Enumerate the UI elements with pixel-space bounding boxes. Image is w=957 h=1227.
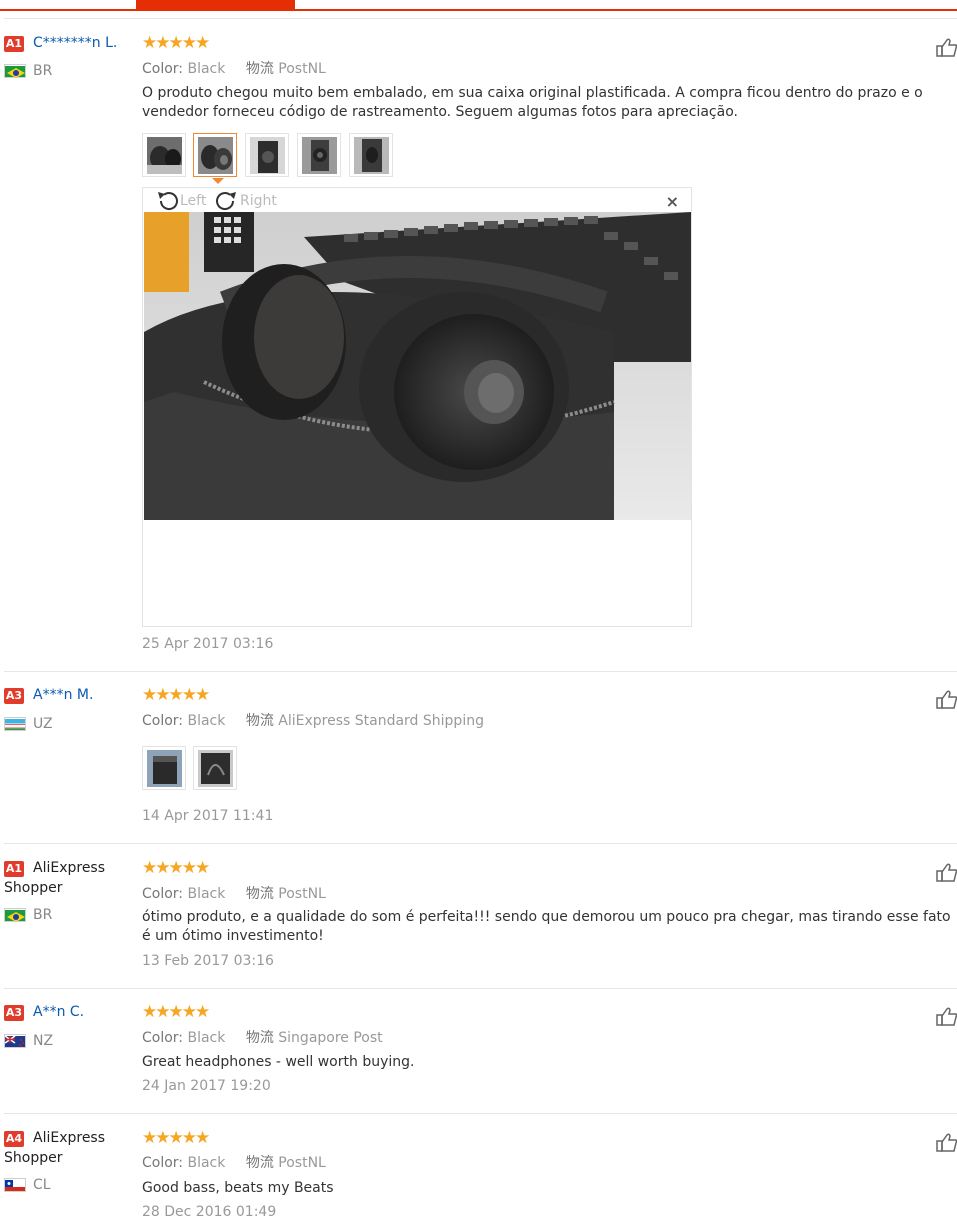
divider bbox=[4, 988, 957, 989]
color-value: Black bbox=[187, 1155, 226, 1171]
thumbs-up-icon[interactable] bbox=[936, 688, 957, 710]
order-info: Color: Black 物流 PostNL bbox=[142, 58, 326, 78]
review-date: 13 Feb 2017 03:16 bbox=[142, 953, 274, 969]
shipping-value: Singapore Post bbox=[278, 1030, 383, 1046]
divider bbox=[4, 18, 957, 19]
order-info: Color: Black 物流 AliExpress Standard Ship… bbox=[142, 710, 484, 730]
photo-thumbnail[interactable] bbox=[297, 133, 341, 177]
star-rating: ★★★★★ bbox=[142, 685, 210, 705]
divider bbox=[4, 843, 957, 844]
new-zealand-flag-icon bbox=[4, 1034, 26, 1048]
rotate-left-icon bbox=[158, 192, 178, 210]
review-date: 14 Apr 2017 11:41 bbox=[142, 808, 274, 824]
review-text: O produto chegou muito bem embalado, em … bbox=[142, 85, 923, 120]
tab-bar bbox=[0, 0, 957, 12]
photo-thumbnail[interactable] bbox=[349, 133, 393, 177]
thumbs-up-icon[interactable] bbox=[936, 1131, 957, 1153]
buyer-level-badge: A1 bbox=[4, 36, 24, 52]
shipping-label: 物流 bbox=[245, 713, 274, 729]
divider bbox=[4, 1113, 957, 1114]
review-text: ótimo produto, e a qualidade do som é pe… bbox=[142, 909, 951, 944]
review-photo bbox=[144, 212, 691, 520]
review-date: 25 Apr 2017 03:16 bbox=[142, 636, 274, 652]
photo-thumbnail-selected[interactable] bbox=[193, 133, 237, 177]
selected-thumbnail-caret bbox=[212, 178, 224, 184]
active-tab-indicator[interactable] bbox=[136, 0, 295, 9]
thumbs-up-icon[interactable] bbox=[936, 1005, 957, 1027]
divider bbox=[4, 671, 957, 672]
star-rating: ★★★★★ bbox=[142, 1002, 210, 1022]
shipping-value: PostNL bbox=[278, 1155, 326, 1171]
reviewer-name[interactable]: A***n M. bbox=[33, 685, 93, 705]
rotate-right-icon bbox=[216, 192, 236, 210]
color-label: Color: bbox=[142, 713, 184, 729]
reviewer-country: BR bbox=[33, 63, 53, 79]
reviewer-name[interactable]: A**n C. bbox=[33, 1002, 84, 1022]
reviewer-country: NZ bbox=[33, 1033, 54, 1049]
order-info: Color: Black 物流 PostNL bbox=[142, 1152, 326, 1172]
photo-viewer: Left Right × bbox=[142, 187, 692, 627]
rotate-right-button[interactable]: Right bbox=[215, 190, 277, 212]
brazil-flag-icon bbox=[4, 64, 26, 78]
reviewer-name: AliExpress Shopper bbox=[4, 860, 106, 896]
shipping-value: PostNL bbox=[278, 886, 326, 902]
photo-thumbnail[interactable] bbox=[245, 133, 289, 177]
close-icon[interactable]: × bbox=[666, 192, 679, 211]
review-text: Good bass, beats my Beats bbox=[142, 1180, 334, 1196]
reviewer-name: AliExpress Shopper bbox=[4, 1130, 106, 1166]
photo-thumbnail[interactable] bbox=[193, 746, 237, 790]
review-text: Great headphones - well worth buying. bbox=[142, 1054, 415, 1070]
reviewer-name[interactable]: C*******n L. bbox=[33, 33, 117, 53]
color-label: Color: bbox=[142, 61, 184, 77]
brazil-flag-icon bbox=[4, 908, 26, 922]
review-date: 28 Dec 2016 01:49 bbox=[142, 1204, 277, 1220]
photo-thumbnail[interactable] bbox=[142, 746, 186, 790]
star-rating: ★★★★★ bbox=[142, 858, 210, 878]
star-rating: ★★★★★ bbox=[142, 1128, 210, 1148]
color-label: Color: bbox=[142, 1155, 184, 1171]
buyer-level-badge: A3 bbox=[4, 688, 24, 704]
reviewer-country: CL bbox=[33, 1177, 51, 1193]
reviewer-country: UZ bbox=[33, 716, 53, 732]
shipping-value: AliExpress Standard Shipping bbox=[278, 713, 484, 729]
color-value: Black bbox=[187, 713, 226, 729]
order-info: Color: Black 物流 PostNL bbox=[142, 883, 326, 903]
order-info: Color: Black 物流 Singapore Post bbox=[142, 1027, 383, 1047]
shipping-value: PostNL bbox=[278, 61, 326, 77]
photo-thumbnail[interactable] bbox=[142, 133, 186, 177]
shipping-label: 物流 bbox=[245, 886, 274, 902]
color-label: Color: bbox=[142, 886, 184, 902]
tab-underline bbox=[0, 9, 957, 11]
review-date: 24 Jan 2017 19:20 bbox=[142, 1078, 271, 1094]
buyer-level-badge: A3 bbox=[4, 1005, 24, 1021]
reviewer-country: BR bbox=[33, 907, 53, 923]
chile-flag-icon bbox=[4, 1178, 26, 1192]
color-value: Black bbox=[187, 1030, 226, 1046]
color-label: Color: bbox=[142, 1030, 184, 1046]
thumbs-up-icon[interactable] bbox=[936, 36, 957, 58]
shipping-label: 物流 bbox=[245, 1030, 274, 1046]
thumbs-up-icon[interactable] bbox=[936, 861, 957, 883]
shipping-label: 物流 bbox=[245, 61, 274, 77]
uzbekistan-flag-icon bbox=[4, 717, 26, 731]
rotate-left-label: Left bbox=[180, 193, 207, 209]
star-rating: ★★★★★ bbox=[142, 33, 210, 53]
color-value: Black bbox=[187, 61, 226, 77]
rotate-left-button[interactable]: Left bbox=[155, 190, 206, 212]
shipping-label: 物流 bbox=[245, 1155, 274, 1171]
rotate-right-label: Right bbox=[240, 193, 277, 209]
color-value: Black bbox=[187, 886, 226, 902]
